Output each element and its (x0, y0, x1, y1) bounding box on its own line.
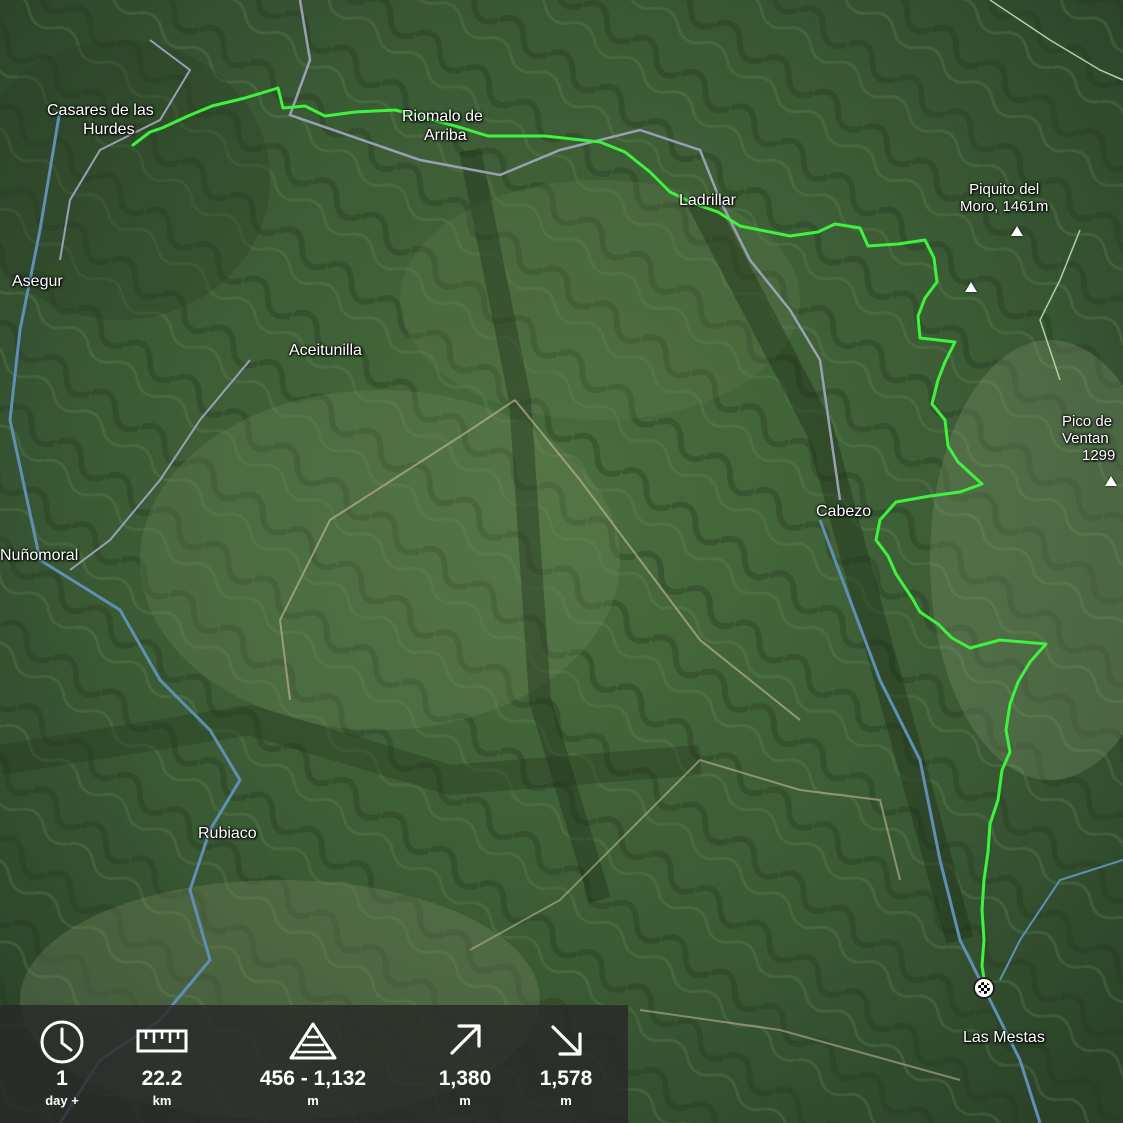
place-label-casares[interactable]: Casares de las Hurdes (47, 101, 154, 139)
place-label-ladrillar[interactable]: Ladrillar (679, 191, 736, 210)
clock-icon (40, 1020, 84, 1064)
stat-elevation: 456 - 1,132 m (238, 1005, 388, 1123)
elevation-value: 456 - 1,132 (259, 1067, 367, 1090)
route-stats-panel: 1 day + 22.2 km 456 - 1,132 m 1,380 m 1,… (0, 1005, 628, 1123)
duration-value: 1 (56, 1067, 68, 1090)
ascent-value: 1,380 (438, 1067, 492, 1090)
elevation-triangle-icon (289, 1022, 337, 1060)
distance-value: 22.2 (141, 1067, 183, 1090)
stat-distance: 22.2 km (120, 1005, 204, 1123)
peak-marker-icon[interactable] (1011, 226, 1023, 236)
peak-marker-icon[interactable] (1105, 476, 1117, 486)
stat-descent: 1,578 m (526, 1005, 606, 1123)
descent-unit: m (560, 1093, 572, 1108)
terrain-background (0, 0, 1123, 1123)
peak-label-ventana[interactable]: Pico de Ventan 1299 (1062, 413, 1115, 464)
satellite-map[interactable]: Casares de las Hurdes Riomalo de Arriba … (0, 0, 1123, 1123)
place-label-rubiaco[interactable]: Rubiaco (198, 824, 257, 843)
finish-flag-icon[interactable] (975, 979, 993, 997)
distance-unit: km (152, 1093, 172, 1108)
place-label-mestas[interactable]: Las Mestas (963, 1028, 1045, 1047)
place-label-aceitunilla[interactable]: Aceitunilla (289, 341, 362, 360)
place-label-cabezo[interactable]: Cabezo (816, 502, 871, 521)
descent-value: 1,578 (539, 1067, 593, 1090)
place-label-asegur[interactable]: Asegur (12, 272, 63, 291)
ascent-unit: m (459, 1093, 471, 1108)
duration-unit: day + (45, 1093, 79, 1108)
place-label-nunomoral[interactable]: Nuñomoral (0, 546, 78, 565)
ruler-icon (136, 1029, 188, 1053)
stat-ascent: 1,380 m (425, 1005, 505, 1123)
stat-duration: 1 day + (22, 1005, 102, 1123)
arrow-up-right-icon (450, 1024, 481, 1055)
arrow-down-right-icon (551, 1025, 582, 1056)
peak-label-piquito[interactable]: Piquito del Moro, 1461m (960, 181, 1048, 215)
elevation-unit: m (307, 1093, 319, 1108)
place-label-riomalo[interactable]: Riomalo de Arriba (402, 107, 483, 145)
peak-marker-icon[interactable] (965, 282, 977, 292)
